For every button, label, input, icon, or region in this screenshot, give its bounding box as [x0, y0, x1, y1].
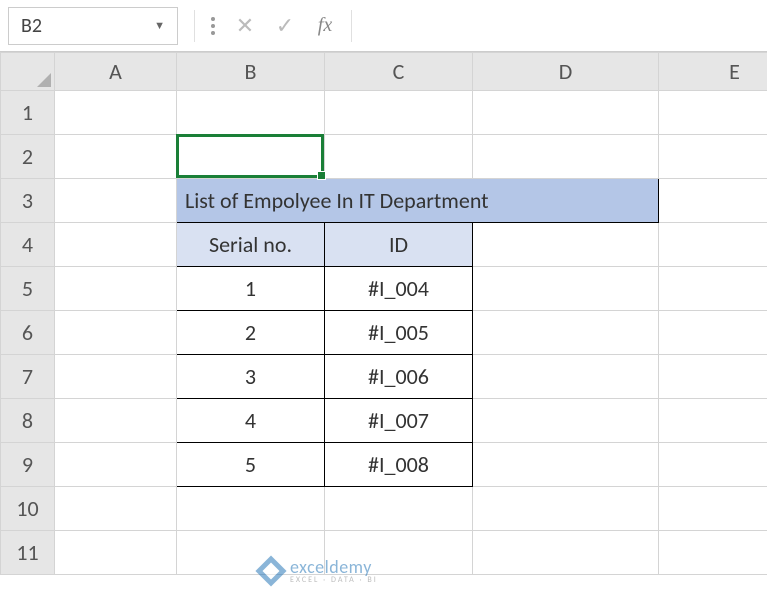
cell[interactable] — [473, 91, 659, 135]
select-all-corner[interactable] — [1, 53, 55, 91]
row-header[interactable]: 8 — [1, 399, 55, 443]
cell[interactable] — [659, 355, 767, 399]
name-box[interactable]: B2 ▼ — [8, 7, 178, 45]
table-header-id[interactable]: ID — [325, 223, 473, 267]
cell[interactable] — [473, 223, 659, 267]
cell[interactable] — [659, 487, 767, 531]
table-title[interactable]: List of Empolyee In IT Department — [177, 179, 659, 223]
cell[interactable] — [473, 267, 659, 311]
name-box-value: B2 — [21, 14, 42, 38]
cell[interactable] — [659, 223, 767, 267]
spreadsheet-grid[interactable]: A B C D E 1 2 — [0, 52, 767, 575]
chevron-down-icon[interactable]: ▼ — [154, 19, 165, 32]
col-header-A[interactable]: A — [55, 53, 177, 91]
table-header-serial[interactable]: Serial no. — [177, 223, 325, 267]
watermark-tag: EXCEL · DATA · BI — [290, 576, 378, 584]
cell[interactable] — [55, 531, 177, 575]
cell[interactable] — [325, 135, 473, 179]
cell[interactable] — [659, 91, 767, 135]
cell[interactable] — [473, 487, 659, 531]
cell[interactable] — [177, 91, 325, 135]
divider — [351, 10, 352, 42]
row-header[interactable]: 7 — [1, 355, 55, 399]
cell[interactable] — [659, 531, 767, 575]
cell[interactable] — [55, 267, 177, 311]
table-row[interactable]: 5 — [177, 443, 325, 487]
cell[interactable] — [55, 223, 177, 267]
row-header[interactable]: 1 — [1, 91, 55, 135]
confirm-icon: ✓ — [265, 12, 305, 39]
row-header[interactable]: 10 — [1, 487, 55, 531]
cell[interactable] — [55, 399, 177, 443]
watermark: exceldemy EXCEL · DATA · BI — [260, 558, 378, 584]
cell[interactable] — [659, 267, 767, 311]
logo-icon — [255, 555, 286, 586]
drag-dots-icon — [211, 17, 215, 35]
cell[interactable] — [55, 91, 177, 135]
cell[interactable] — [55, 311, 177, 355]
table-row[interactable]: 1 — [177, 267, 325, 311]
cell[interactable] — [659, 311, 767, 355]
row-header[interactable]: 11 — [1, 531, 55, 575]
cell[interactable] — [473, 311, 659, 355]
table-row[interactable]: 3 — [177, 355, 325, 399]
cell[interactable] — [177, 487, 325, 531]
table-row[interactable]: #I_005 — [325, 311, 473, 355]
cell[interactable] — [325, 487, 473, 531]
row-header[interactable]: 5 — [1, 267, 55, 311]
divider — [194, 10, 195, 42]
cell[interactable] — [473, 135, 659, 179]
cell[interactable] — [659, 179, 767, 223]
row-header[interactable]: 6 — [1, 311, 55, 355]
watermark-brand: exceldemy — [290, 558, 378, 576]
cell-B2[interactable] — [177, 135, 325, 179]
table-row[interactable]: #I_007 — [325, 399, 473, 443]
col-header-D[interactable]: D — [473, 53, 659, 91]
cell[interactable] — [659, 399, 767, 443]
cell[interactable] — [55, 179, 177, 223]
row-header[interactable]: 3 — [1, 179, 55, 223]
table-row[interactable]: 4 — [177, 399, 325, 443]
table-row[interactable]: #I_004 — [325, 267, 473, 311]
table-row[interactable]: 2 — [177, 311, 325, 355]
cell[interactable] — [659, 443, 767, 487]
cell[interactable] — [473, 399, 659, 443]
col-header-C[interactable]: C — [325, 53, 473, 91]
cell[interactable] — [659, 135, 767, 179]
cell[interactable] — [325, 91, 473, 135]
col-header-E[interactable]: E — [659, 53, 767, 91]
row-header[interactable]: 9 — [1, 443, 55, 487]
table-row[interactable]: #I_008 — [325, 443, 473, 487]
formula-input[interactable] — [358, 10, 759, 42]
table-row[interactable]: #I_006 — [325, 355, 473, 399]
cell[interactable] — [473, 443, 659, 487]
fx-icon[interactable]: fx — [305, 14, 345, 37]
row-header[interactable]: 2 — [1, 135, 55, 179]
cancel-icon: ✕ — [225, 12, 265, 39]
formula-bar: B2 ▼ ✕ ✓ fx — [0, 0, 767, 52]
cell[interactable] — [473, 531, 659, 575]
cell[interactable] — [473, 355, 659, 399]
cell[interactable] — [55, 135, 177, 179]
col-header-B[interactable]: B — [177, 53, 325, 91]
cell[interactable] — [55, 355, 177, 399]
cell[interactable] — [55, 443, 177, 487]
row-header[interactable]: 4 — [1, 223, 55, 267]
cell[interactable] — [55, 487, 177, 531]
